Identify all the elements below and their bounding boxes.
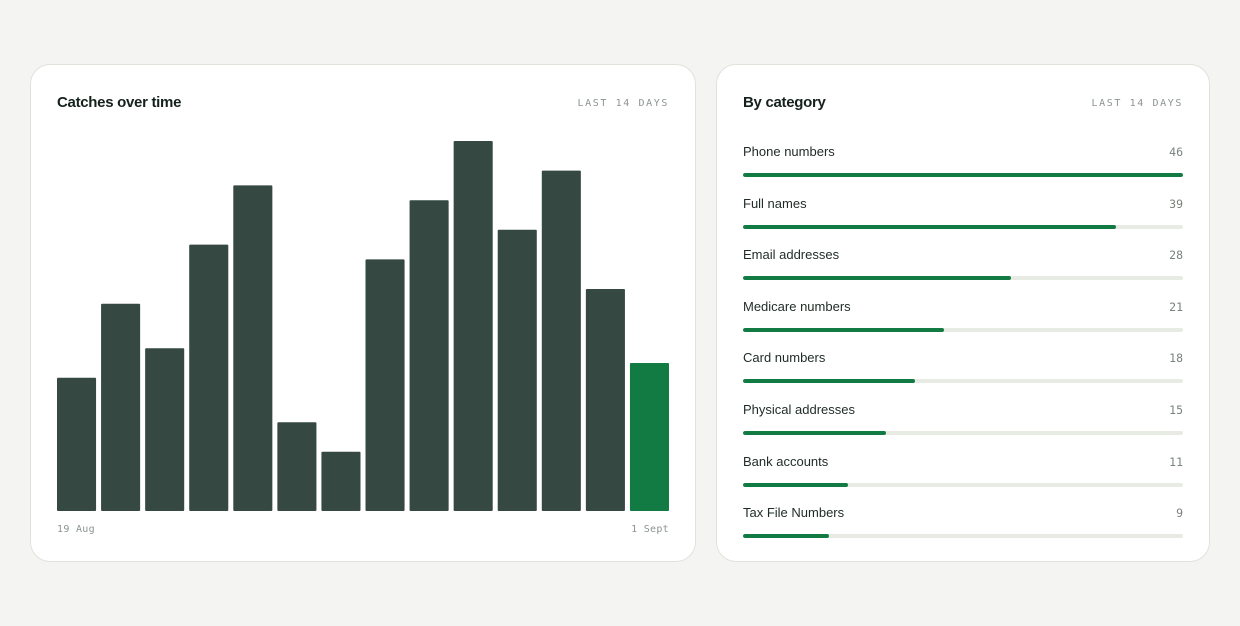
category-progress-fill: [743, 430, 887, 435]
category-item-email-addresses: Email addresses 28: [743, 246, 1183, 298]
category-count: 46: [1169, 145, 1183, 159]
catches-chart-title: Catches over time: [57, 94, 182, 111]
bar-28-aug: [453, 141, 493, 511]
category-count: 18: [1169, 351, 1183, 366]
bar-26-aug: [365, 259, 405, 511]
bar-22-aug: [189, 244, 229, 511]
category-progress-fill: [743, 276, 1011, 281]
category-progress-fill: [743, 379, 916, 384]
category-progress-fill: [743, 327, 944, 332]
bar-19-aug: [57, 377, 97, 511]
category-progress-track: [743, 379, 1183, 384]
category-label: Card numbers: [743, 350, 826, 366]
category-progress-track: [743, 276, 1183, 281]
category-count: 9: [1176, 506, 1183, 521]
bar-29-aug: [497, 229, 537, 511]
by-category-card: By category LAST 14 DAYS Phone numbers 46…: [716, 64, 1210, 562]
category-count: 15: [1169, 402, 1183, 417]
bar-25-aug: [321, 451, 361, 511]
category-item-medicare-numbers: Medicare numbers 21: [743, 298, 1183, 350]
category-count: 39: [1169, 196, 1183, 211]
catches-bar-chart: [57, 141, 669, 511]
bar-23-aug: [233, 185, 273, 511]
category-item-bank-accounts: Bank accounts 11: [743, 453, 1183, 505]
bar-24-aug: [277, 422, 317, 511]
category-item-phone-numbers: Phone numbers 46: [743, 143, 1183, 195]
category-progress-track: [743, 534, 1183, 539]
category-progress-track: [743, 224, 1183, 229]
category-label: Physical addresses: [743, 401, 855, 417]
category-label: Medicare numbers: [743, 298, 851, 314]
bar-1-sept: [629, 363, 669, 511]
category-card-title: By category: [743, 94, 826, 111]
category-progress-track: [743, 327, 1183, 332]
x-axis-start-label: 19 Aug: [57, 524, 95, 535]
category-item-full-names: Full names 39: [743, 195, 1183, 247]
category-item-tax-file-numbers: Tax File Numbers 9: [743, 504, 1183, 556]
category-count: 11: [1169, 454, 1183, 469]
x-axis-end-label: 1 Sept: [631, 524, 669, 535]
category-list: Phone numbers 46 Full names 39 Email address…: [743, 143, 1183, 556]
bar-20-aug: [101, 303, 141, 511]
category-progress-track: [743, 482, 1183, 487]
category-count: 28: [1169, 248, 1183, 263]
category-progress-fill: [743, 534, 830, 539]
category-label: Email addresses: [743, 247, 840, 263]
category-label: Bank accounts: [743, 453, 829, 469]
bar-21-aug: [145, 348, 185, 511]
bar-31-aug: [585, 289, 625, 511]
bar-30-aug: [541, 170, 581, 511]
category-progress-fill: [743, 224, 1117, 229]
category-item-card-numbers: Card numbers 18: [743, 349, 1183, 401]
catches-over-time-card: Catches over time LAST 14 DAYS 19 Aug 1 …: [30, 64, 696, 562]
category-count: 21: [1169, 299, 1183, 314]
catches-period-label: LAST 14 DAYS: [577, 98, 669, 109]
category-progress-track: [743, 430, 1183, 435]
category-progress-fill: [743, 482, 849, 487]
category-label: Full names: [743, 195, 807, 211]
category-progress-fill: [743, 173, 1183, 177]
category-label: Phone numbers: [743, 144, 835, 159]
category-progress-track: [743, 173, 1183, 177]
category-item-physical-addresses: Physical addresses 15: [743, 401, 1183, 453]
category-label: Tax File Numbers: [743, 505, 845, 521]
category-period-label: LAST 14 DAYS: [1091, 98, 1183, 109]
bar-27-aug: [409, 200, 449, 511]
